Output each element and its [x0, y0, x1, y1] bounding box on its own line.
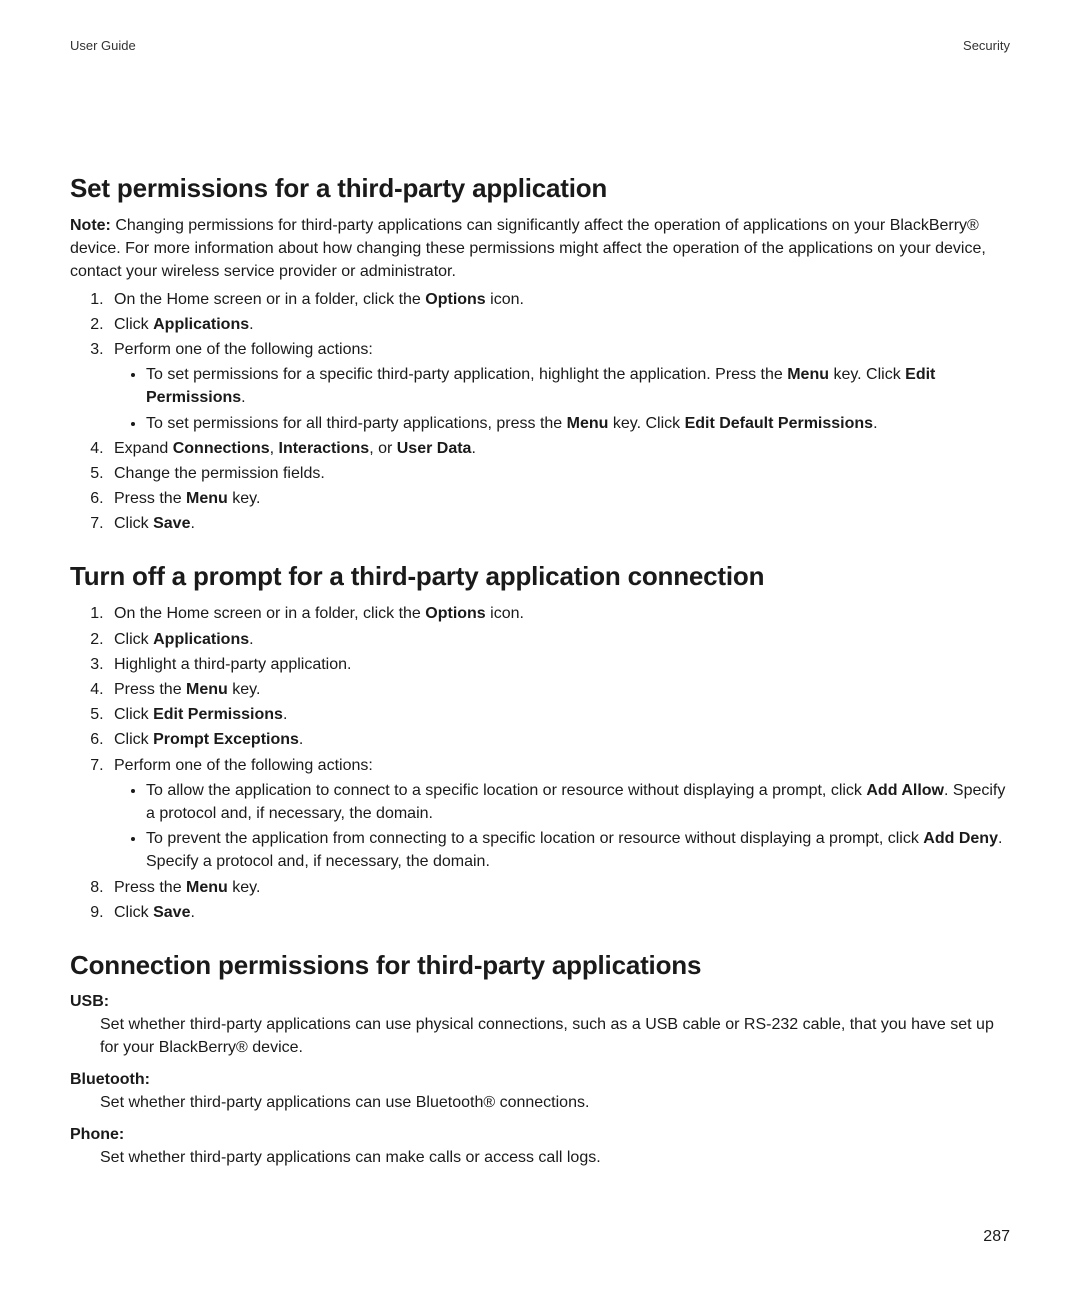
list-item: On the Home screen or in a folder, click… — [108, 288, 1010, 311]
desc-phone: Set whether third-party applications can… — [70, 1146, 1010, 1169]
note-text: Changing permissions for third-party app… — [70, 217, 986, 280]
list-item: Perform one of the following actions: To… — [108, 338, 1010, 435]
note-paragraph: Note: Changing permissions for third-par… — [70, 214, 1010, 284]
header-left: User Guide — [70, 38, 136, 53]
steps-list-2: On the Home screen or in a folder, click… — [70, 602, 1010, 923]
page-content: User Guide Security Set permissions for … — [0, 0, 1080, 1170]
heading-set-permissions: Set permissions for a third-party applic… — [70, 173, 1010, 204]
desc-bluetooth: Set whether third-party applications can… — [70, 1091, 1010, 1114]
sub-list: To allow the application to connect to a… — [114, 779, 1010, 874]
list-item: On the Home screen or in a folder, click… — [108, 602, 1010, 625]
desc-usb: Set whether third-party applications can… — [70, 1013, 1010, 1059]
list-item: Click Prompt Exceptions. — [108, 728, 1010, 751]
list-item: Press the Menu key. — [108, 876, 1010, 899]
list-item: To set permissions for a specific third-… — [146, 363, 1010, 409]
list-item: Perform one of the following actions: To… — [108, 754, 1010, 874]
list-item: Highlight a third-party application. — [108, 653, 1010, 676]
list-item: Expand Connections, Interactions, or Use… — [108, 437, 1010, 460]
list-item: To prevent the application from connecti… — [146, 827, 1010, 873]
list-item: Press the Menu key. — [108, 678, 1010, 701]
sub-list: To set permissions for a specific third-… — [114, 363, 1010, 435]
list-item: Change the permission fields. — [108, 462, 1010, 485]
term-phone: Phone: — [70, 1126, 1010, 1144]
list-item: Click Applications. — [108, 628, 1010, 651]
note-bold: Note: — [70, 217, 111, 234]
steps-list-1: On the Home screen or in a folder, click… — [70, 288, 1010, 536]
header-right: Security — [963, 38, 1010, 53]
heading-turn-off-prompt: Turn off a prompt for a third-party appl… — [70, 561, 1010, 592]
list-item: Click Save. — [108, 512, 1010, 535]
list-item: Press the Menu key. — [108, 487, 1010, 510]
list-item: To allow the application to connect to a… — [146, 779, 1010, 825]
page-header: User Guide Security — [70, 38, 1010, 53]
list-item: To set permissions for all third-party a… — [146, 412, 1010, 435]
definition-list: USB: Set whether third-party application… — [70, 993, 1010, 1170]
list-item: Click Save. — [108, 901, 1010, 924]
heading-connection-permissions: Connection permissions for third-party a… — [70, 950, 1010, 981]
list-item: Click Edit Permissions. — [108, 703, 1010, 726]
term-usb: USB: — [70, 993, 1010, 1011]
term-bluetooth: Bluetooth: — [70, 1071, 1010, 1089]
list-item: Click Applications. — [108, 313, 1010, 336]
page-number: 287 — [983, 1228, 1010, 1246]
